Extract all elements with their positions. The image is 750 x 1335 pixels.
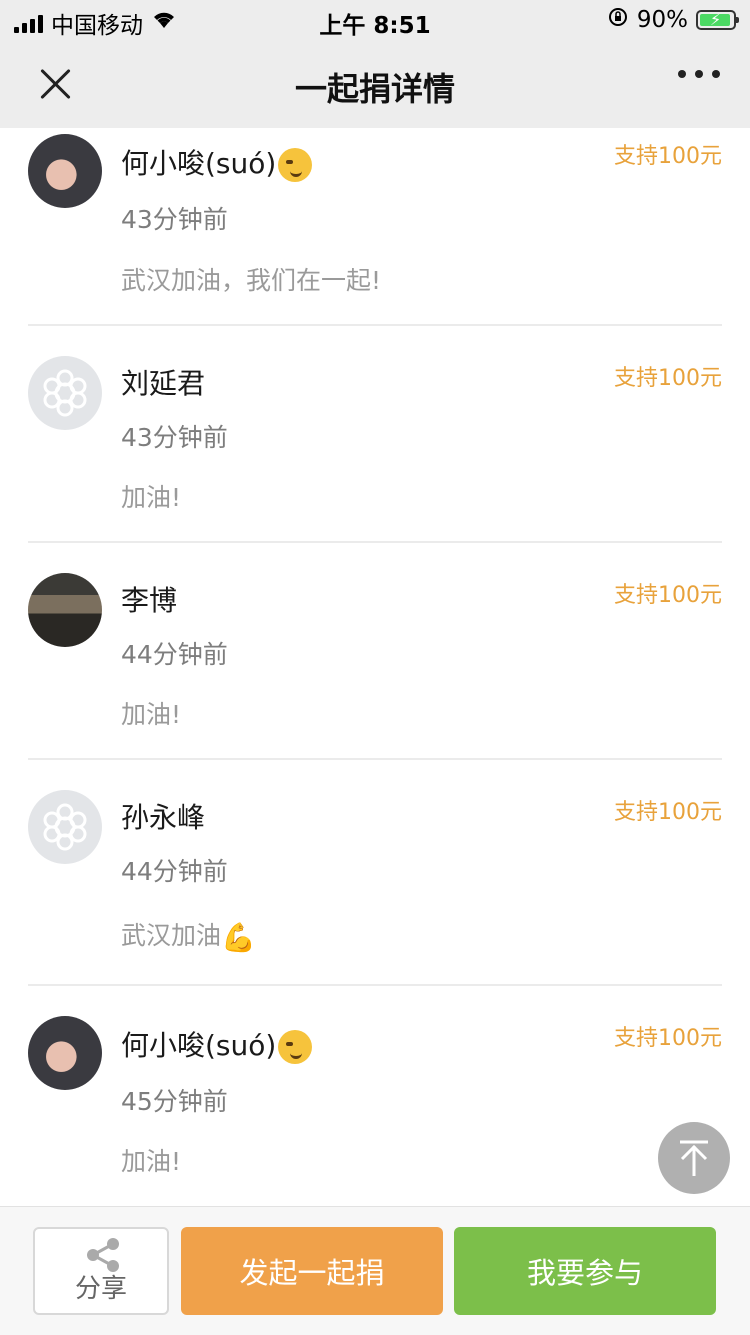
donation-message: 加油!: [121, 1147, 182, 1176]
donation-time: 44分钟前: [121, 640, 228, 669]
list-item: 刘延君 支持100元 43分钟前 加油!: [28, 326, 722, 543]
nav-bar: 一起捐详情: [0, 40, 750, 128]
share-label: 分享: [74, 1274, 127, 1304]
donor-name: 刘延君: [121, 367, 206, 400]
scroll-to-top-button[interactable]: [658, 1122, 730, 1194]
donation-message: 加油!: [121, 700, 182, 729]
bottom-action-bar: 分享 发起一起捐 我要参与: [0, 1206, 750, 1335]
donor-name: 李博: [121, 584, 178, 617]
donation-message: 武汉加油💪: [121, 920, 256, 954]
donation-amount: 支持100元: [614, 800, 722, 825]
donor-name: 何小唆(suó): [121, 1024, 313, 1064]
donor-name: 孙永峰: [121, 801, 206, 834]
donation-amount: 支持100元: [614, 366, 722, 391]
avatar[interactable]: [28, 1016, 102, 1090]
default-avatar-icon: [43, 803, 87, 851]
status-right: 90% ⚡: [607, 6, 739, 34]
donation-time: 43分钟前: [121, 423, 228, 452]
donation-message: 武汉加油，我们在一起!: [121, 266, 382, 295]
launch-donation-button[interactable]: 发起一起捐: [181, 1227, 443, 1315]
page-title: 一起捐详情: [294, 70, 455, 108]
smirk-emoji-icon: [278, 1030, 313, 1064]
join-button[interactable]: 我要参与: [454, 1227, 716, 1315]
arrow-up-icon: [680, 1140, 708, 1176]
donation-time: 43分钟前: [121, 205, 228, 234]
rotation-lock-icon: [607, 6, 629, 34]
donation-time: 45分钟前: [121, 1087, 228, 1116]
donation-amount: 支持100元: [614, 1026, 722, 1051]
list-item: 何小唆(suó) 支持100元 43分钟前 武汉加油，我们在一起!: [28, 128, 722, 326]
avatar[interactable]: [28, 573, 102, 647]
avatar[interactable]: [28, 134, 102, 208]
avatar[interactable]: [28, 356, 102, 430]
muscle-emoji-icon: 💪: [221, 920, 256, 954]
battery-percent: 90%: [636, 7, 688, 33]
list-item: 何小唆(suó) 支持100元 45分钟前 加油!: [28, 986, 722, 1208]
more-icon[interactable]: [678, 70, 720, 78]
donation-amount: 支持100元: [614, 583, 722, 608]
smirk-emoji-icon: [278, 148, 313, 182]
share-button[interactable]: 分享: [33, 1227, 169, 1315]
status-bar: 中国移动 上午 8:51 90% ⚡: [0, 0, 750, 40]
avatar[interactable]: [28, 790, 102, 864]
battery-icon: ⚡: [696, 10, 739, 30]
list-item: 孙永峰 支持100元 44分钟前 武汉加油💪: [28, 760, 722, 986]
default-avatar-icon: [43, 369, 87, 417]
donation-time: 44分钟前: [121, 857, 228, 886]
donation-message: 加油!: [121, 483, 182, 512]
donation-amount: 支持100元: [614, 144, 722, 169]
donor-name: 何小唆(suó): [121, 142, 313, 182]
donation-list: 何小唆(suó) 支持100元 43分钟前 武汉加油，我们在一起! 刘延君 支持…: [0, 128, 750, 1208]
list-item: 李博 支持100元 44分钟前 加油!: [28, 543, 722, 760]
